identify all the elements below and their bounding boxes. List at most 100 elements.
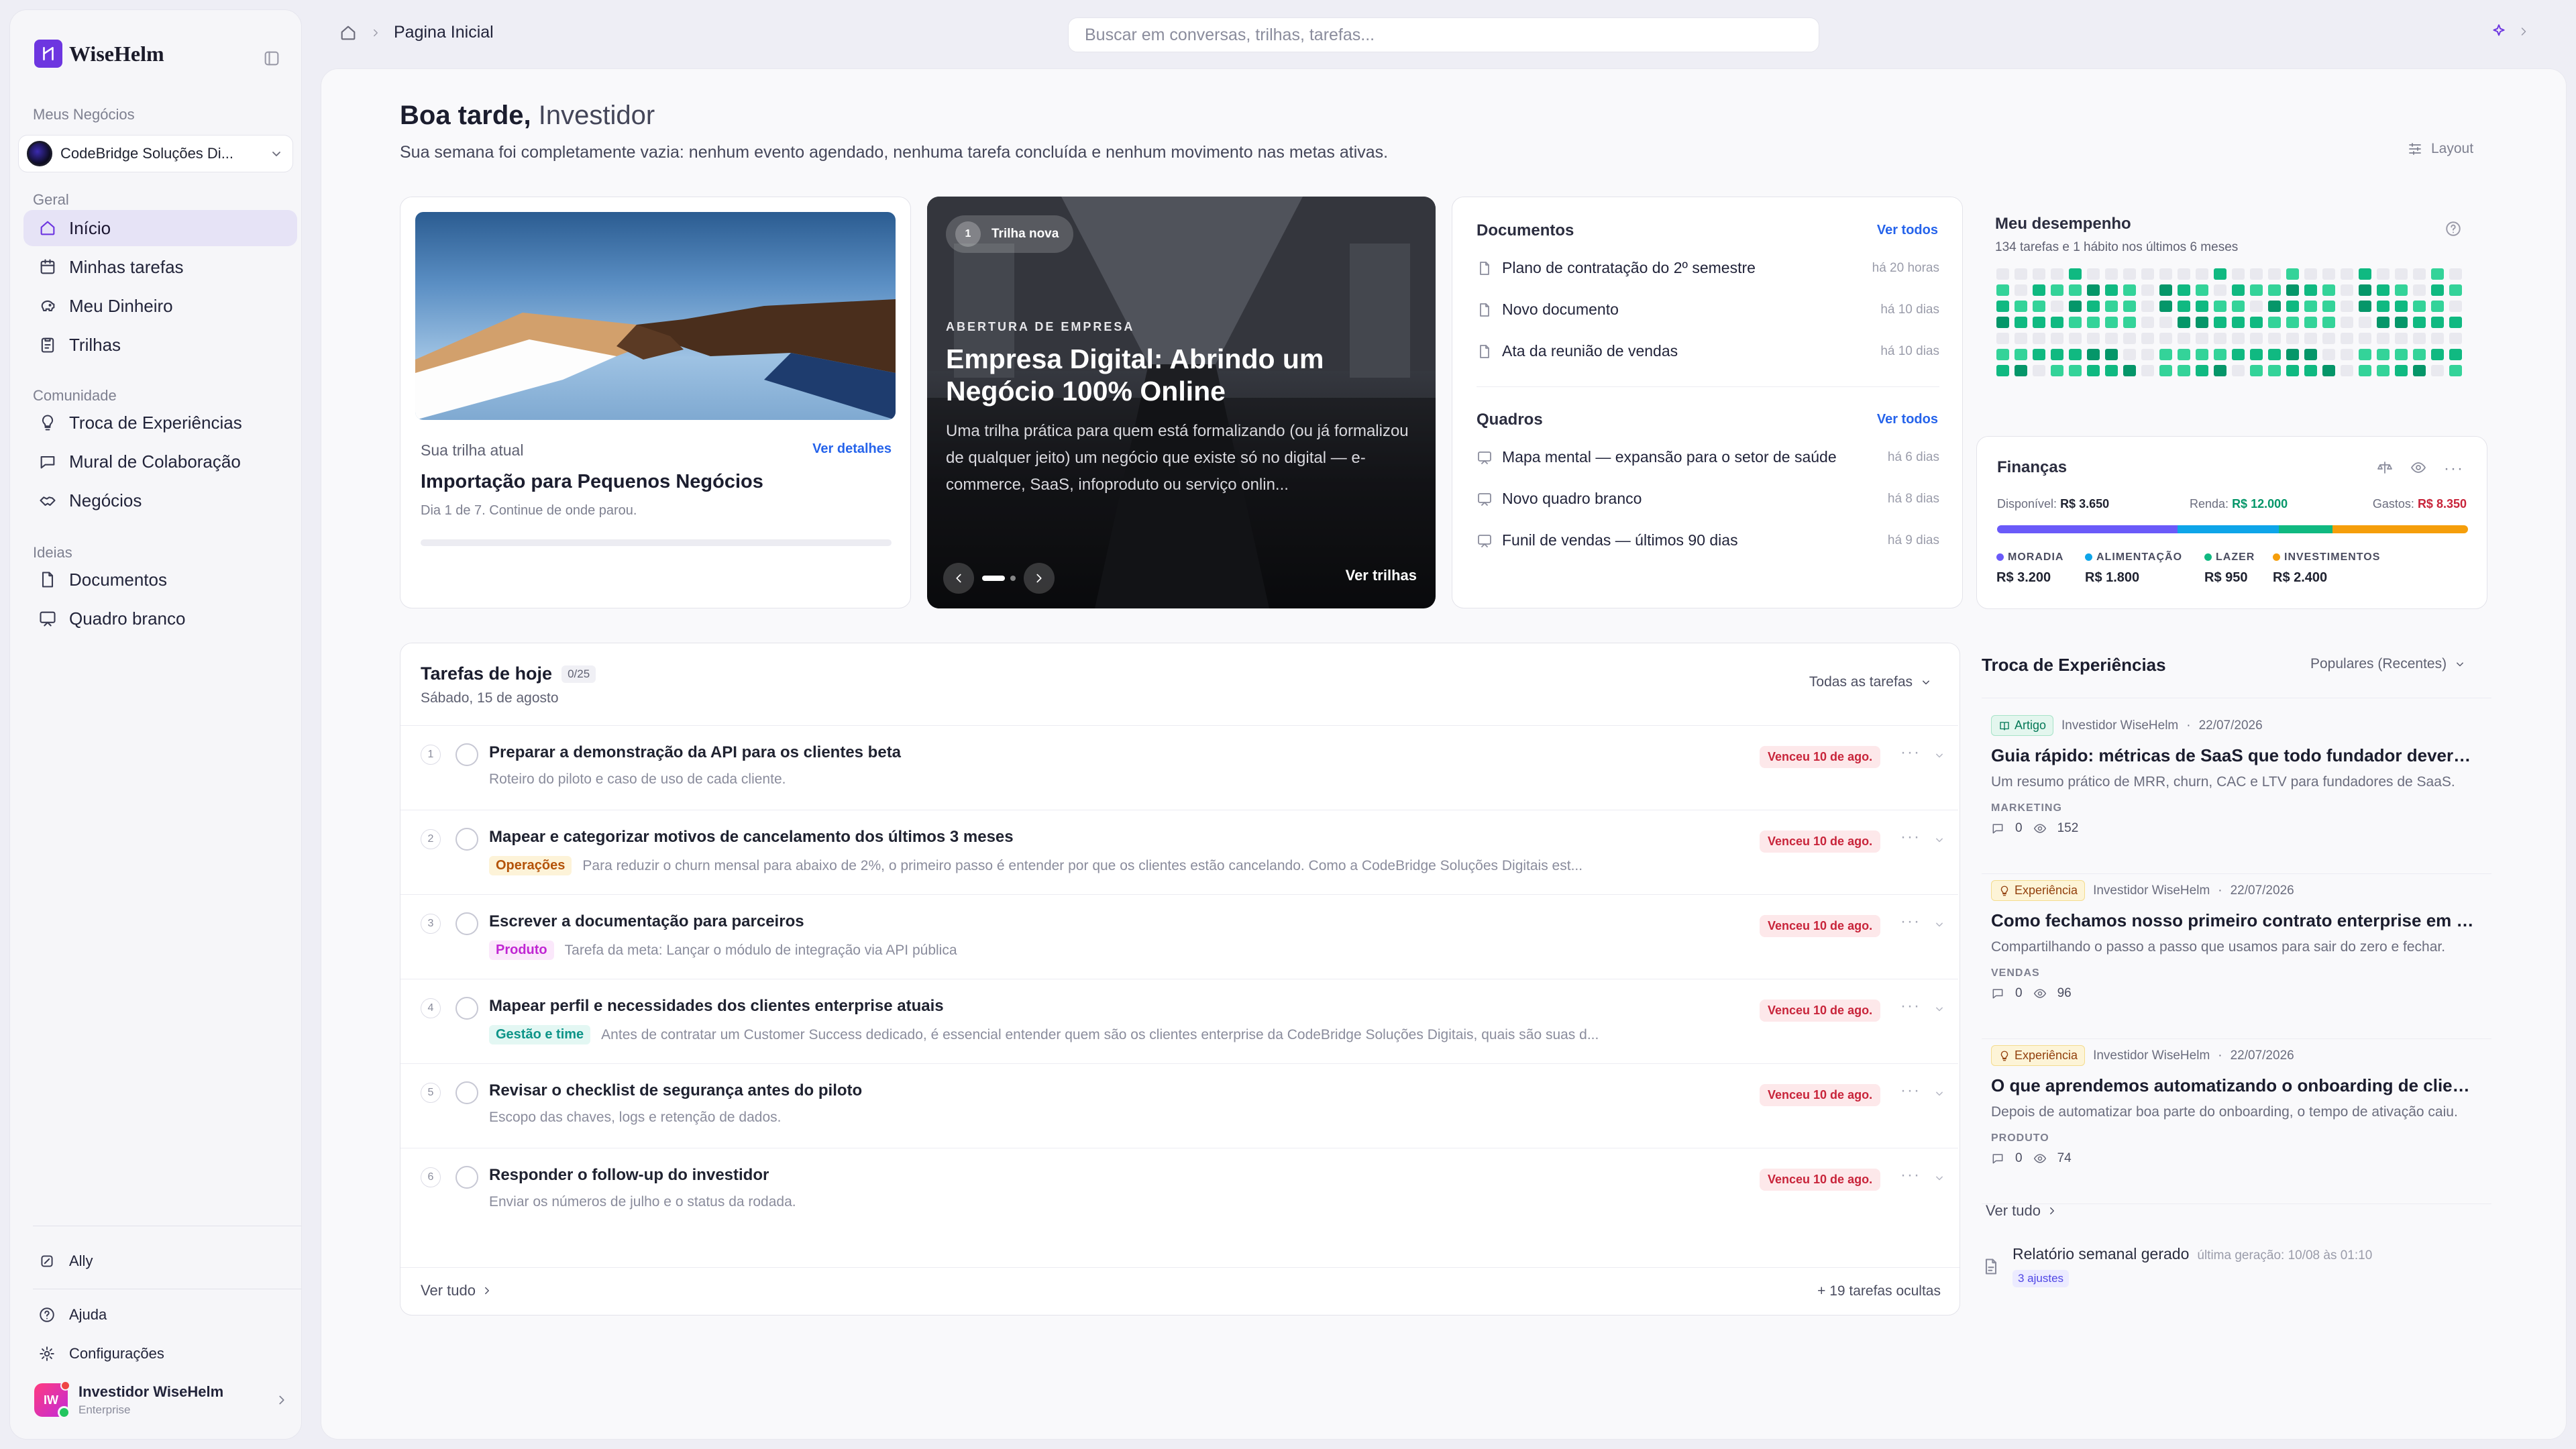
heatmap-cell[interactable] [2377, 268, 2390, 280]
boards-see-all-link[interactable]: Ver todos [1877, 412, 1938, 427]
heatmap-cell[interactable] [2250, 284, 2263, 296]
heatmap-cell[interactable] [2015, 317, 2027, 328]
app-logo[interactable]: WiseHelm [34, 40, 164, 68]
sidebar-item-trails[interactable]: Trilhas [23, 327, 297, 363]
report-adjustments-badge[interactable]: 3 ajustes [2012, 1270, 2070, 1287]
business-selector[interactable]: CodeBridge Soluções Di... [18, 135, 293, 172]
heatmap-cell[interactable] [2268, 349, 2281, 360]
heatmap-cell[interactable] [2105, 317, 2118, 328]
task-row[interactable]: 4 Mapear perfil e necessidades dos client… [400, 979, 1958, 1062]
sparkle-icon[interactable] [2490, 23, 2508, 40]
heatmap-cell[interactable] [2015, 349, 2027, 360]
more-icon[interactable]: ··· [1900, 912, 1921, 931]
heatmap-cell[interactable] [2449, 301, 2462, 312]
heatmap-cell[interactable] [2159, 365, 2172, 376]
heatmap-cell[interactable] [2141, 284, 2154, 296]
heatmap-cell[interactable] [2449, 333, 2462, 344]
heatmap-cell[interactable] [2341, 301, 2353, 312]
sidebar-item-collab[interactable]: Mural de Colaboração [23, 443, 297, 480]
heatmap-cell[interactable] [2069, 284, 2082, 296]
more-icon[interactable]: ··· [1900, 1081, 1921, 1100]
heatmap-cell[interactable] [2268, 365, 2281, 376]
heatmap-cell[interactable] [2395, 284, 2408, 296]
heatmap-cell[interactable] [2413, 365, 2426, 376]
heatmap-cell[interactable] [2069, 349, 2082, 360]
heatmap-cell[interactable] [2159, 284, 2172, 296]
board-item[interactable]: Funil de vendas — últimos 90 dias há 9 d… [1477, 531, 1939, 549]
eye-icon[interactable] [2410, 460, 2426, 476]
heatmap-cell[interactable] [2341, 333, 2353, 344]
heatmap-cell[interactable] [2105, 268, 2118, 280]
task-row[interactable]: 1 Preparar a demonstração da API para os … [400, 725, 1958, 808]
heatmap-cell[interactable] [2232, 317, 2245, 328]
heatmap-cell[interactable] [2196, 317, 2208, 328]
heatmap-cell[interactable] [2232, 268, 2245, 280]
heatmap-cell[interactable] [2033, 365, 2045, 376]
heatmap-cell[interactable] [2069, 301, 2082, 312]
heatmap-cell[interactable] [2232, 349, 2245, 360]
heatmap-cell[interactable] [2250, 317, 2263, 328]
task-row[interactable]: 6 Responder o follow-up do investidor Envi… [400, 1148, 1958, 1231]
heatmap-cell[interactable] [2033, 349, 2045, 360]
heatmap-cell[interactable] [2413, 317, 2426, 328]
sidebar-item-tasks[interactable]: Minhas tarefas [23, 249, 297, 285]
trail-details-link[interactable]: Ver detalhes [812, 441, 892, 457]
heatmap-cell[interactable] [2413, 349, 2426, 360]
heatmap-cell[interactable] [2341, 284, 2353, 296]
heatmap-cell[interactable] [2341, 365, 2353, 376]
task-checkbox[interactable] [455, 1166, 478, 1189]
sidebar-item-whiteboard[interactable]: Quadro branco [23, 600, 297, 637]
heatmap-cell[interactable] [2159, 268, 2172, 280]
task-checkbox[interactable] [455, 912, 478, 935]
heatmap-cell[interactable] [2214, 301, 2226, 312]
heatmap-cell[interactable] [2413, 268, 2426, 280]
heatmap-cell[interactable] [2178, 349, 2190, 360]
heatmap-cell[interactable] [2015, 333, 2027, 344]
heatmap-cell[interactable] [2087, 268, 2100, 280]
heatmap-cell[interactable] [2395, 268, 2408, 280]
heatmap-cell[interactable] [1996, 284, 2009, 296]
heatmap-cell[interactable] [2105, 284, 2118, 296]
heatmap-cell[interactable] [2123, 301, 2136, 312]
heatmap-cell[interactable] [2123, 349, 2136, 360]
document-item[interactable]: Plano de contratação do 2º semestre há 2… [1477, 259, 1939, 277]
heatmap-cell[interactable] [2033, 301, 2045, 312]
carousel-dot[interactable] [1010, 576, 1016, 581]
heatmap-cell[interactable] [2341, 317, 2353, 328]
heatmap-cell[interactable] [1996, 317, 2009, 328]
heatmap-cell[interactable] [2322, 333, 2335, 344]
heatmap-cell[interactable] [2268, 301, 2281, 312]
heatmap-cell[interactable] [2322, 317, 2335, 328]
heatmap-cell[interactable] [2051, 333, 2063, 344]
heatmap-cell[interactable] [2377, 349, 2390, 360]
heatmap-cell[interactable] [2123, 268, 2136, 280]
heatmap-cell[interactable] [2051, 349, 2063, 360]
task-checkbox[interactable] [455, 997, 478, 1020]
layout-button[interactable]: Layout [2407, 141, 2473, 157]
heatmap-cell[interactable] [2359, 268, 2371, 280]
heatmap-cell[interactable] [2015, 301, 2027, 312]
exchange-sort-dropdown[interactable]: Populares (Recentes) [2310, 656, 2467, 672]
heatmap-cell[interactable] [2214, 268, 2226, 280]
heatmap-cell[interactable] [2105, 301, 2118, 312]
document-item[interactable]: Ata da reunião de vendas há 10 dias [1477, 342, 1939, 360]
weekly-report[interactable]: Relatório semanal gerado última geração:… [1982, 1245, 2372, 1287]
heatmap-cell[interactable] [2123, 333, 2136, 344]
heatmap-cell[interactable] [2178, 301, 2190, 312]
heatmap-cell[interactable] [2359, 349, 2371, 360]
heatmap-cell[interactable] [1996, 333, 2009, 344]
more-icon[interactable]: ··· [1900, 828, 1921, 847]
heatmap-cell[interactable] [2087, 333, 2100, 344]
heatmap-cell[interactable] [2178, 268, 2190, 280]
heatmap-cell[interactable] [2159, 333, 2172, 344]
chevron-down-icon[interactable] [1933, 833, 1946, 847]
heatmap-cell[interactable] [2214, 317, 2226, 328]
heatmap-cell[interactable] [2286, 317, 2299, 328]
heatmap-cell[interactable] [2178, 333, 2190, 344]
heatmap-cell[interactable] [2413, 284, 2426, 296]
heatmap-cell[interactable] [2069, 365, 2082, 376]
heatmap-cell[interactable] [2413, 301, 2426, 312]
tasks-filter-dropdown[interactable]: Todas as tarefas [1809, 674, 1933, 690]
heatmap-cell[interactable] [2395, 349, 2408, 360]
heatmap-cell[interactable] [1996, 301, 2009, 312]
